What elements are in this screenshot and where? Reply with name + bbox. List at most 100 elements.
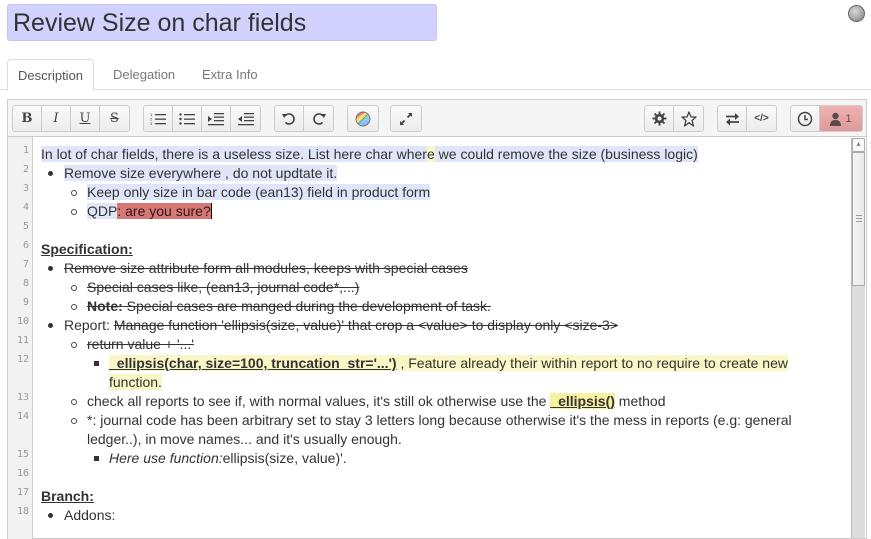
square-bullet-icon [94,456,99,461]
line-number: 2 [22,164,29,175]
bold-button[interactable]: B [13,106,42,131]
list-item: Keep only size in bar code (ean13) field… [87,184,431,200]
caret-up-icon: ▲ [855,141,862,148]
editor-line: QDP: are you sure? [71,202,212,221]
ordered-list-icon: 123 [150,112,166,126]
line-number: 4 [22,202,29,213]
outdent-button[interactable] [231,106,260,131]
list-item-struck: Manage function 'ellipsis(size, value)' … [113,317,618,333]
line-number: 1 [22,145,29,156]
line-number: 15 [16,449,29,460]
list-item: Addons: [64,507,116,523]
circle-bullet-icon [71,209,77,215]
star-button[interactable] [674,106,703,131]
list-item: Special cases like, (ean13, journal code… [87,279,360,295]
text-cursor [210,203,212,219]
code-reference: _ellipsis() [550,393,615,409]
line-number: 16 [16,468,29,479]
line-number-gutter: 1 2 3 4 5 6 7 8 9 10 11 12 13 14 15 16 1… [8,137,33,539]
editor-line: Remove size everywhere , do not updtate … [48,164,338,183]
ordered-list-button[interactable]: 123 [144,106,173,131]
editor-line: function. [109,373,162,392]
list-item-wrap: ledger..), in move names... and it's usu… [87,431,402,447]
line-number: 5 [22,221,29,232]
strikethrough-icon: S [110,111,119,126]
list-item: *: journal code has been arbitrary set t… [87,412,792,428]
bullet-icon [48,266,53,271]
line-number: 8 [22,278,29,289]
star-icon [680,110,697,127]
tab-delegation[interactable]: Delegation [103,59,185,90]
tab-description[interactable]: Description [7,59,95,91]
paragraph-group: 123 [143,105,261,132]
history-icon [797,111,813,126]
intro-text: In lot of char fields, there is a useles… [41,146,427,162]
history-button[interactable] [791,106,820,131]
line-number: 10 [16,316,29,327]
tab-extra-info[interactable]: Extra Info [192,59,268,90]
fullscreen-button[interactable] [391,106,421,131]
kanban-status-indicator[interactable] [848,5,865,22]
code-view-button[interactable]: </> [747,106,776,131]
line-number: 14 [16,411,29,422]
line-number: 3 [22,183,29,194]
scrollbar-thumb[interactable] [852,152,865,286]
line-number: 9 [22,297,29,308]
unordered-list-icon [179,112,195,125]
font-style-group: B I U S [12,105,130,132]
comment-highlight: : are you sure? [117,203,211,219]
settings-icon [651,111,667,126]
circle-bullet-icon [71,285,77,291]
strikethrough-button[interactable]: S [100,106,129,131]
scroll-up-button[interactable]: ▲ [852,138,865,152]
bold-icon: B [21,111,33,126]
italic-button[interactable]: I [42,106,71,131]
unordered-list-button[interactable] [173,106,202,131]
editor-scrollbar[interactable]: ▲ [851,138,865,538]
settings-button[interactable] [645,106,674,131]
active-users-button[interactable]: 1 [820,106,862,131]
redo-button[interactable] [304,106,333,131]
list-item-end: method [614,393,666,409]
square-bullet-icon [94,361,99,366]
editor-line: Note: Special cases are manged during th… [71,297,491,316]
indent-button[interactable] [202,106,231,131]
circle-bullet-icon [71,399,77,405]
list-item: , Feature already their within report to… [396,355,788,371]
color-button[interactable] [348,106,378,131]
list-item-wrap: function. [109,374,162,390]
section-heading-specification: Specification: [41,241,133,257]
user-icon [830,112,842,126]
notebook-tabs: Description Delegation Extra Info [0,59,871,91]
editor-line: _ellipsis(char, size=100, truncation_str… [94,354,788,373]
svg-text:3: 3 [150,121,153,126]
fullscreen-group [390,105,422,132]
undo-button[interactable] [275,106,304,131]
collab-group: 1 [790,105,863,132]
underline-button[interactable]: U [71,106,100,131]
editor-line: Keep only size in bar code (ean13) field… [71,183,431,202]
list-item: Remove size attribute form all modules, … [64,260,468,276]
line-number: 13 [16,392,29,403]
options-group [644,105,704,132]
editor-line: *: journal code has been arbitrary set t… [71,411,792,430]
code-reference: _ellipsis(char, size=100, truncation_str… [109,355,397,371]
swap-button[interactable] [718,106,747,131]
underline-icon: U [79,111,91,126]
redo-icon [312,112,326,125]
swap-icon [725,112,739,125]
line-number: 7 [22,259,29,270]
list-item: return value + '...' [87,336,194,352]
editor-line: Special cases like, (ean13, journal code… [71,278,359,297]
history-group [274,105,334,132]
active-users-count: 1 [845,112,852,125]
circle-bullet-icon [71,190,77,196]
line-number: 17 [16,487,29,498]
list-item: ellipsis(size, value)'. [222,450,347,466]
editor-line: Addons: [48,506,115,525]
editor-toolbar: B I U S 123 </> 1 [8,100,866,137]
editor-line: In lot of char fields, there is a useles… [41,145,698,164]
color-group [347,105,379,132]
list-item: QDP [87,203,118,219]
task-title-input[interactable]: Review Size on char fields [7,4,437,41]
